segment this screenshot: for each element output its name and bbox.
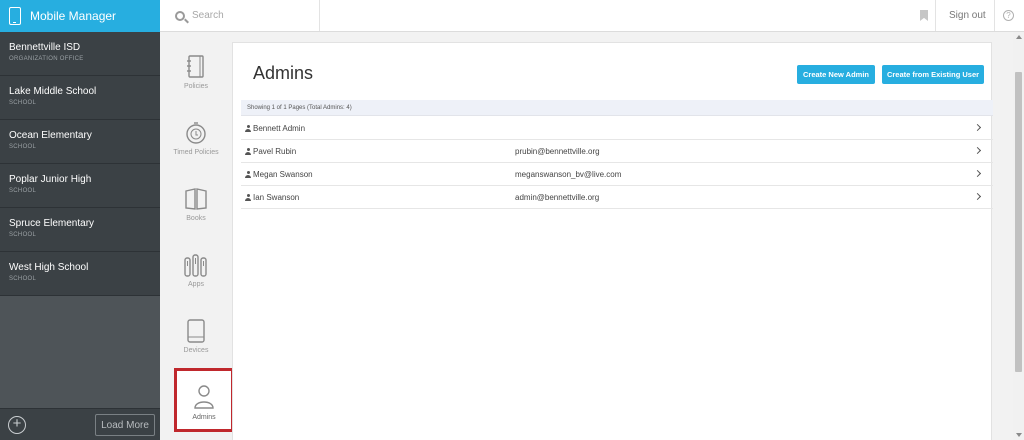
add-organization-icon[interactable]: + xyxy=(8,416,26,434)
org-name: Ocean Elementary xyxy=(9,130,92,141)
sidebar-footer: + Load More xyxy=(0,408,160,440)
book-icon xyxy=(185,188,207,210)
search-icon xyxy=(175,10,185,21)
chevron-right-icon xyxy=(973,169,982,178)
page-scrollbar[interactable] xyxy=(1013,32,1024,440)
org-type: SCHOOL xyxy=(9,232,37,238)
tablet-icon xyxy=(187,319,205,343)
admin-name: Bennett Admin xyxy=(253,124,306,133)
org-name: Lake Middle School xyxy=(9,86,97,97)
org-sidebar: Mobile Manager Bennettville ISD ORGANIZA… xyxy=(0,0,160,440)
rail-item-policies[interactable]: Policies xyxy=(160,54,232,119)
app-title: Mobile Manager xyxy=(30,9,117,23)
user-icon xyxy=(245,171,251,178)
org-item-poplar-junior-high[interactable]: Poplar Junior High SCHOOL xyxy=(0,164,160,208)
org-item-spruce-elementary[interactable]: Spruce Elementary SCHOOL xyxy=(0,208,160,252)
help-icon[interactable]: ? xyxy=(1003,10,1014,21)
org-list: Bennettville ISD ORGANIZATION OFFICE Lak… xyxy=(0,32,160,296)
admin-name: Ian Swanson xyxy=(253,193,300,202)
org-type: SCHOOL xyxy=(9,188,37,194)
apps-icon xyxy=(184,254,207,277)
rail-item-timed-policies[interactable]: Timed Policies xyxy=(160,120,232,185)
rail-label: Devices xyxy=(183,347,209,354)
pagination-summary: Showing 1 of 1 Pages (Total Admins: 4) xyxy=(241,100,993,116)
chevron-right-icon xyxy=(973,123,982,132)
admin-email: prubin@bennettville.org xyxy=(515,147,600,156)
rail-item-admins[interactable]: Admins xyxy=(174,368,234,432)
rail-label: Timed Policies xyxy=(173,149,219,156)
header-divider xyxy=(935,0,936,31)
chevron-right-icon xyxy=(973,146,982,155)
admin-row[interactable]: Bennett Admin xyxy=(241,117,993,140)
rail-label: Policies xyxy=(183,83,209,90)
rail-item-books[interactable]: Books xyxy=(160,186,232,251)
org-type: SCHOOL xyxy=(9,276,37,282)
chevron-right-icon xyxy=(973,192,982,201)
org-name: West High School xyxy=(9,262,89,273)
page-title: Admins xyxy=(253,63,314,83)
org-name: Poplar Junior High xyxy=(9,174,92,185)
scroll-up-arrow-icon[interactable] xyxy=(1016,35,1022,39)
admin-email: admin@bennettville.org xyxy=(515,193,600,202)
admin-row[interactable]: Pavel Rubin prubin@bennettville.org xyxy=(241,140,993,163)
scroll-thumb[interactable] xyxy=(1015,72,1022,372)
user-icon xyxy=(245,194,251,201)
sign-out-link[interactable]: Sign out xyxy=(949,0,987,31)
admin-row[interactable]: Ian Swanson admin@bennettville.org xyxy=(241,186,993,209)
org-type: ORGANIZATION OFFICE xyxy=(9,56,84,62)
org-type: SCHOOL xyxy=(9,100,37,106)
app-brand[interactable]: Mobile Manager xyxy=(0,0,160,32)
org-name: Spruce Elementary xyxy=(9,218,95,229)
person-icon xyxy=(194,385,214,409)
rail-label: Admins xyxy=(192,414,216,421)
user-icon xyxy=(245,125,251,132)
section-rail: Policies Timed Policies Books Apps Devic… xyxy=(160,32,234,440)
org-item-west-high-school[interactable]: West High School SCHOOL xyxy=(0,252,160,296)
org-type: SCHOOL xyxy=(9,144,37,150)
header-divider xyxy=(994,0,995,31)
org-item-ocean-elementary[interactable]: Ocean Elementary SCHOOL xyxy=(0,120,160,164)
admin-name: Megan Swanson xyxy=(253,170,313,179)
load-more-button[interactable]: Load More xyxy=(95,414,155,436)
scroll-down-arrow-icon[interactable] xyxy=(1016,433,1022,437)
admin-email: meganswanson_bv@live.com xyxy=(515,170,622,179)
phone-icon xyxy=(9,7,21,25)
user-icon xyxy=(245,148,251,155)
search-input[interactable] xyxy=(192,10,312,21)
notebook-icon xyxy=(187,55,204,78)
admins-panel: Admins Create New Admin Create from Exis… xyxy=(232,42,993,440)
rail-item-apps[interactable]: Apps xyxy=(160,252,232,317)
bookmark-icon[interactable] xyxy=(920,10,928,21)
org-item-lake-middle-school[interactable]: Lake Middle School SCHOOL xyxy=(0,76,160,120)
create-new-admin-button[interactable]: Create New Admin xyxy=(797,65,875,84)
org-name: Bennettville ISD xyxy=(9,42,81,53)
create-from-existing-user-button[interactable]: Create from Existing User xyxy=(882,65,984,84)
rail-label: Apps xyxy=(188,281,204,288)
top-header: Sign out ? xyxy=(160,0,1024,32)
admin-row[interactable]: Megan Swanson meganswanson_bv@live.com xyxy=(241,163,993,186)
admin-name: Pavel Rubin xyxy=(253,147,297,156)
search-bar xyxy=(160,0,320,31)
timer-icon xyxy=(186,122,206,144)
rail-label: Books xyxy=(186,215,206,222)
org-item-bennettville-isd[interactable]: Bennettville ISD ORGANIZATION OFFICE xyxy=(0,32,160,76)
